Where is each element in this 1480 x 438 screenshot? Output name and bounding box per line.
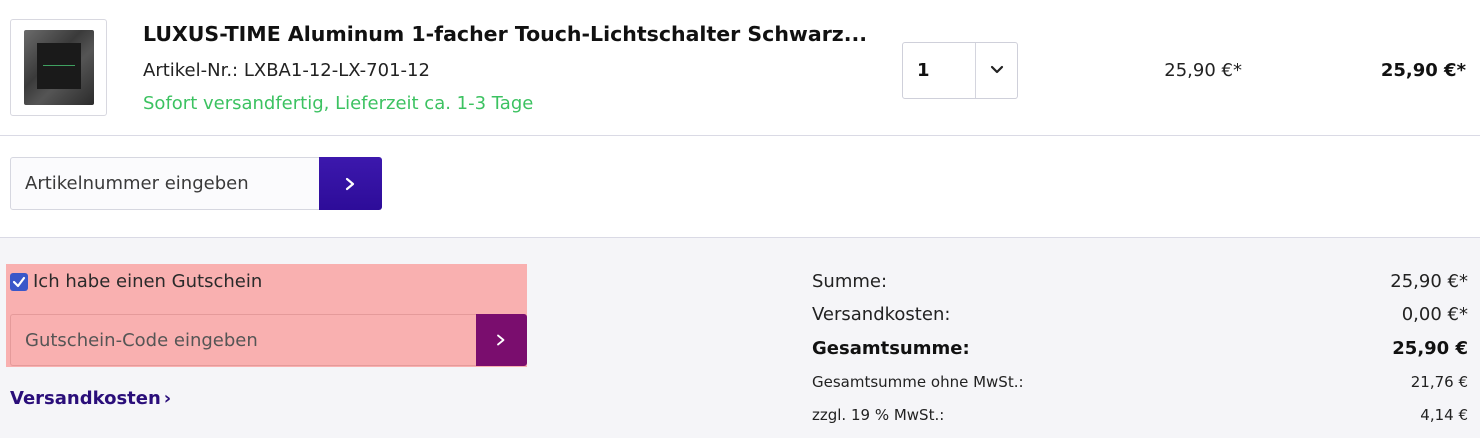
chevron-right-icon (497, 334, 505, 346)
add-article-form (10, 157, 382, 210)
article-number: Artikel-Nr.: LXBA1-12-LX-701-12 (143, 60, 430, 81)
voucher-checkbox-label[interactable]: Ich habe einen Gutschein (33, 271, 262, 292)
shipping-cost-value: 0,00 €* (1401, 304, 1468, 325)
vat-value: 4,14 € (1420, 406, 1468, 424)
availability-status: Sofort versandfertig, Lieferzeit ca. 1-3… (143, 93, 534, 114)
net-total-label: Gesamtsumme ohne MwSt.: (812, 373, 1024, 391)
chevron-right-icon (345, 177, 355, 191)
shipping-cost-label: Versandkosten: (812, 304, 951, 325)
product-title[interactable]: LUXUS-TIME Aluminum 1-facher Touch-Licht… (143, 22, 867, 46)
voucher-code-input[interactable] (10, 314, 476, 366)
subtotal-value: 25,90 €* (1390, 271, 1468, 292)
vat-label: zzgl. 19 % MwSt.: (812, 406, 945, 424)
unit-price: 25,90 €* (1164, 60, 1242, 81)
redeem-voucher-button[interactable] (476, 314, 527, 366)
article-number-input[interactable] (10, 157, 320, 210)
quantity-value: 1 (917, 60, 930, 81)
voucher-checkbox[interactable] (10, 273, 28, 291)
grand-total-value: 25,90 € (1392, 338, 1468, 359)
line-total-price: 25,90 €* (1380, 60, 1466, 81)
checkmark-icon (12, 276, 26, 288)
subtotal-label: Summe: (812, 271, 888, 292)
chevron-down-icon[interactable] (989, 62, 1005, 78)
product-thumbnail[interactable] (10, 19, 107, 116)
light-switch-image (24, 30, 94, 105)
quantity-divider (975, 43, 976, 98)
cart-line-item: LUXUS-TIME Aluminum 1-facher Touch-Licht… (0, 0, 1480, 136)
grand-total-label: Gesamtsumme: (812, 338, 970, 359)
net-total-value: 21,76 € (1410, 373, 1468, 391)
quantity-select[interactable]: 1 (902, 42, 1018, 99)
add-article-button[interactable] (319, 157, 382, 210)
shipping-costs-link[interactable]: Versandkosten › (10, 388, 171, 409)
shipping-costs-link-label: Versandkosten (10, 388, 161, 409)
chevron-right-icon: › (163, 388, 172, 409)
